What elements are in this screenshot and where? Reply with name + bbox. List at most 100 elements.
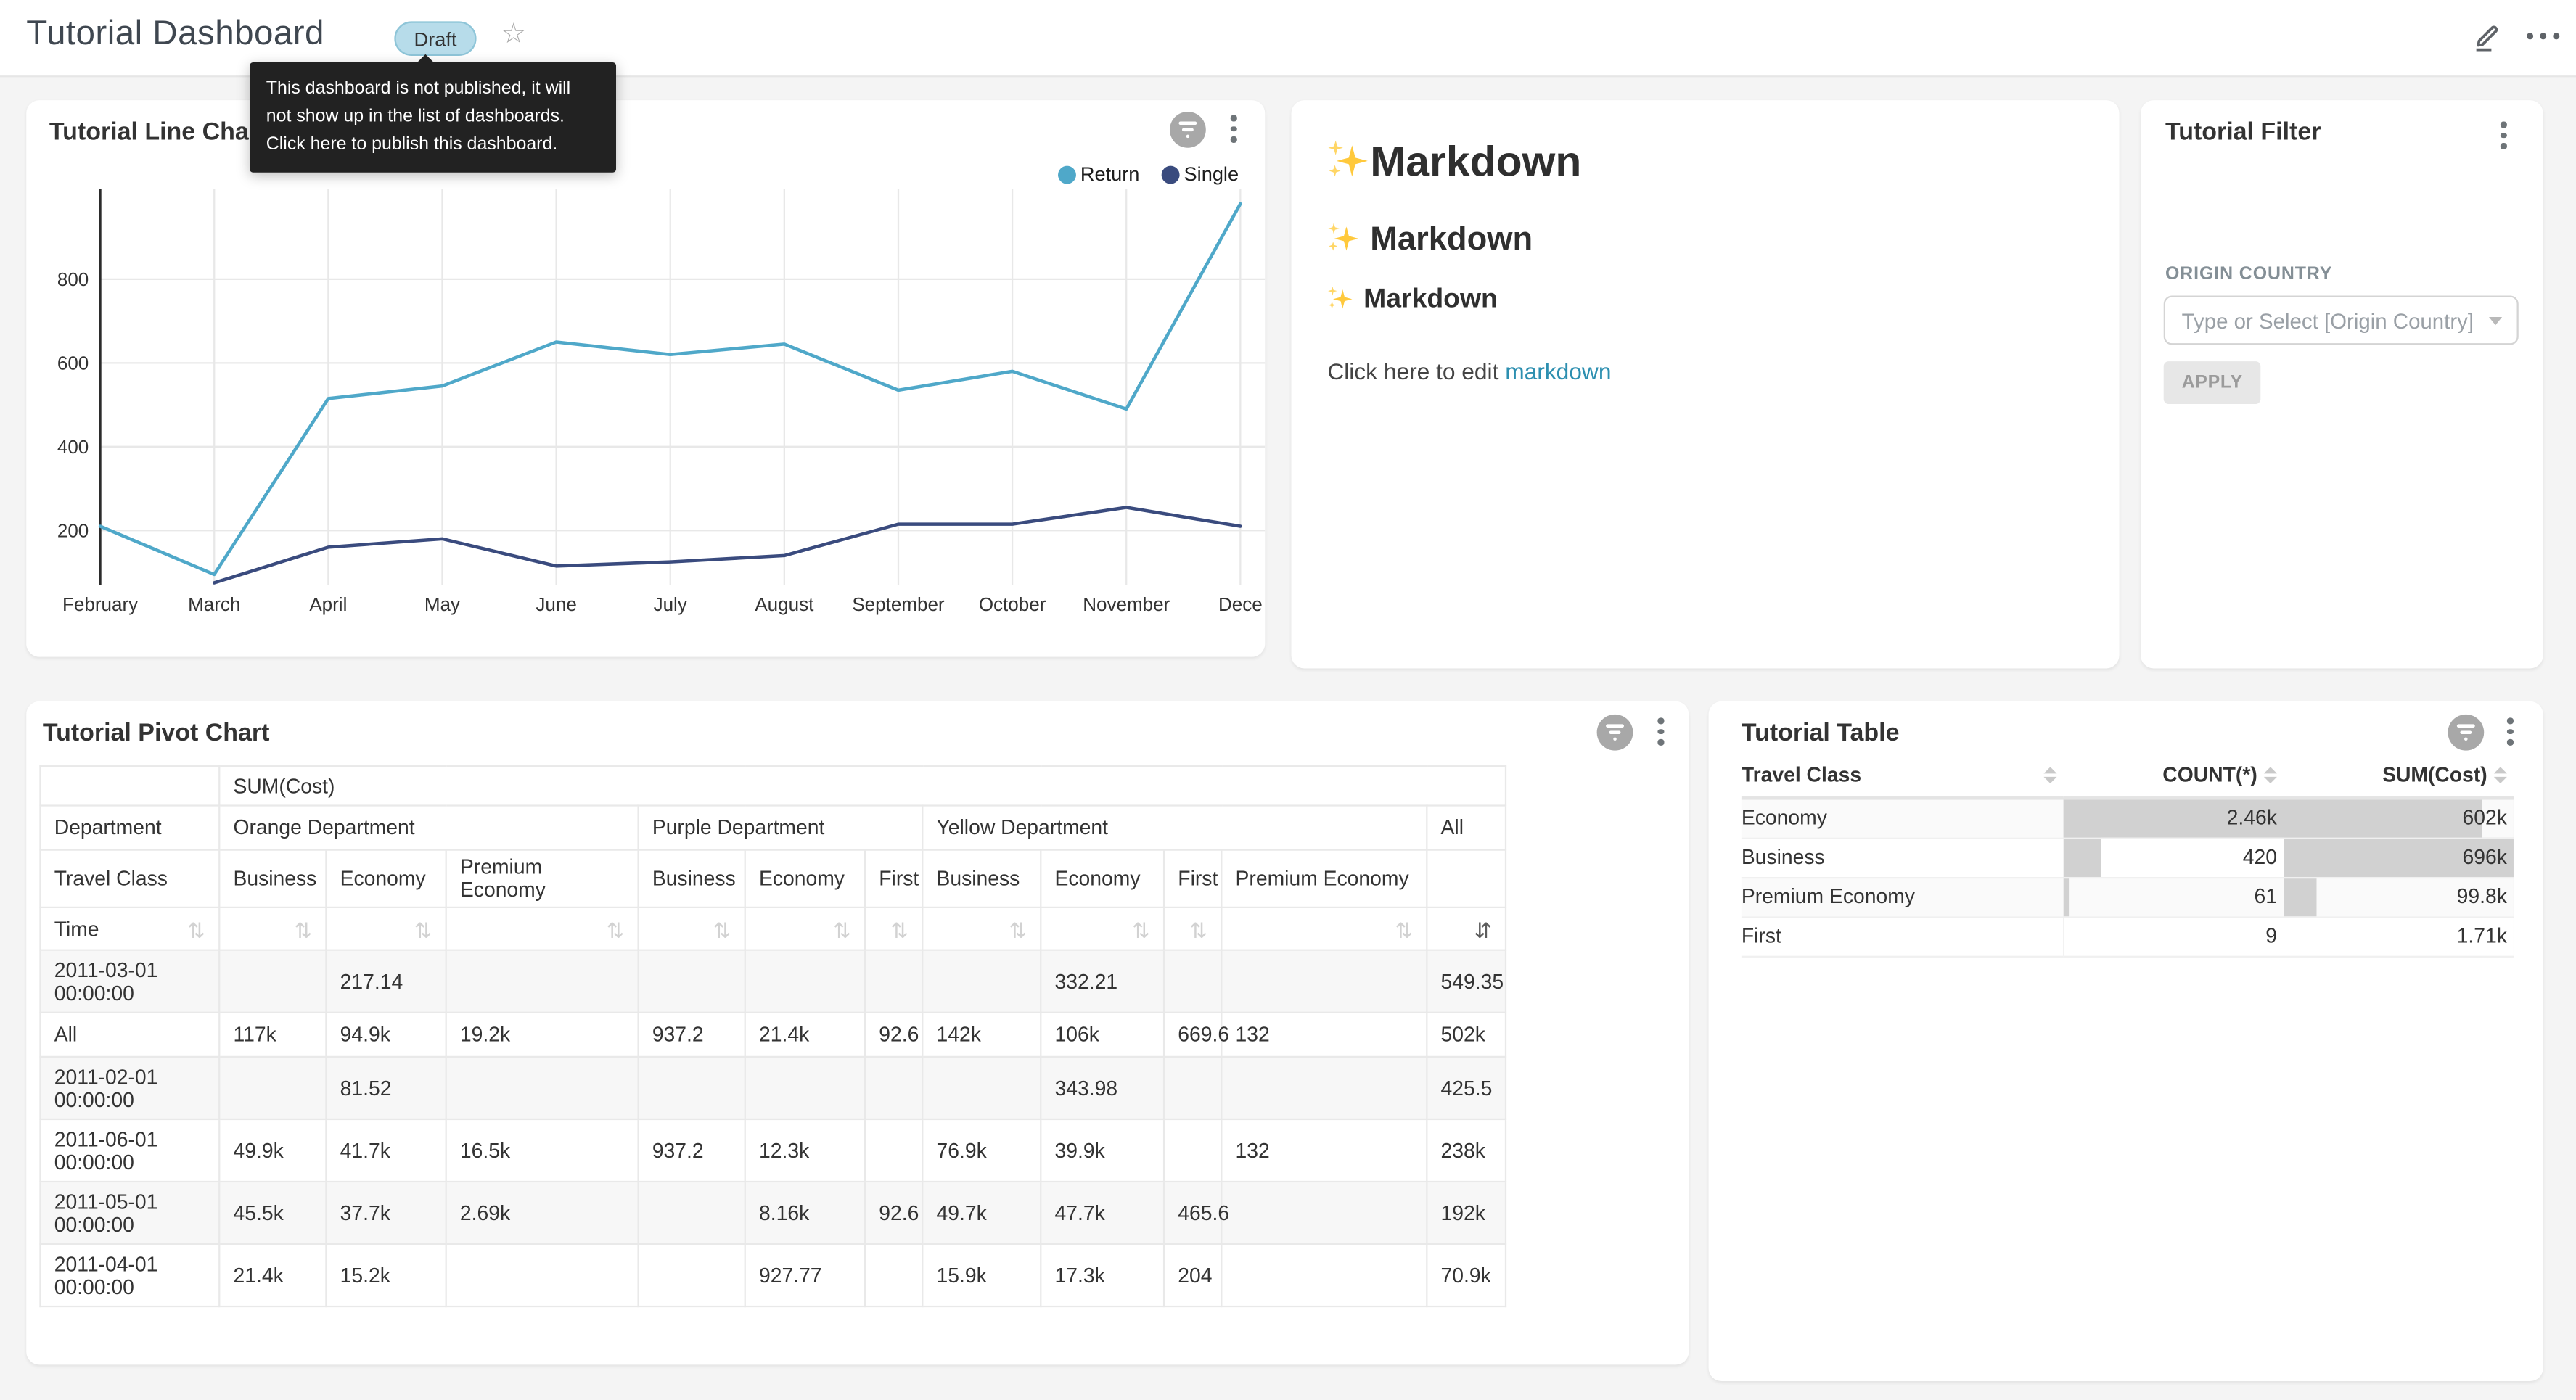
pivot-cell[interactable]: 217.14 xyxy=(326,950,446,1013)
pivot-cell[interactable] xyxy=(446,1057,639,1119)
pivot-cell[interactable]: 45.5k xyxy=(219,1182,326,1244)
chart-kebab-menu-icon[interactable] xyxy=(1224,108,1243,148)
sort-icon[interactable]: ⇅ xyxy=(1009,919,1027,940)
pivot-cell[interactable]: 927.77 xyxy=(745,1244,865,1306)
pivot-cell[interactable] xyxy=(446,1244,639,1306)
pivot-cell[interactable] xyxy=(1221,1057,1427,1119)
pivot-cell[interactable] xyxy=(865,950,922,1013)
column-header-count[interactable]: COUNT(*) xyxy=(2162,764,2257,787)
sort-icon[interactable]: ⇅ xyxy=(187,919,205,940)
pivot-cell[interactable]: 238k xyxy=(1427,1119,1506,1182)
pivot-cell[interactable]: 49.7k xyxy=(922,1182,1041,1244)
pivot-cell[interactable] xyxy=(865,1244,922,1306)
pivot-cell[interactable] xyxy=(639,1244,745,1306)
sort-icon[interactable] xyxy=(2043,767,2056,783)
sort-icon[interactable]: ⇅ xyxy=(1189,919,1207,940)
pivot-cell[interactable]: 47.7k xyxy=(1041,1182,1164,1244)
pivot-cell[interactable] xyxy=(219,1057,326,1119)
cross-filter-icon[interactable] xyxy=(1170,112,1206,148)
pivot-cell[interactable]: 37.7k xyxy=(326,1182,446,1244)
sort-icon[interactable]: ⇅ xyxy=(833,919,851,940)
pivot-cell[interactable]: 332.21 xyxy=(1041,950,1164,1013)
pivot-cell[interactable] xyxy=(922,1057,1041,1119)
pivot-cell[interactable] xyxy=(865,1119,922,1182)
pivot-cell[interactable] xyxy=(1221,1182,1427,1244)
pivot-cell[interactable] xyxy=(745,950,865,1013)
pivot-cell[interactable]: 549.35 xyxy=(1427,950,1506,1013)
table-row[interactable]: Business420696k xyxy=(1742,838,2514,877)
pivot-cell[interactable]: 16.5k xyxy=(446,1119,639,1182)
draft-badge[interactable]: Draft xyxy=(394,21,476,56)
pivot-cell[interactable]: 19.2k xyxy=(446,1013,639,1057)
pivot-cell[interactable] xyxy=(1164,1119,1221,1182)
pivot-cell[interactable]: 49.9k xyxy=(219,1119,326,1182)
pivot-cell[interactable] xyxy=(745,1057,865,1119)
pivot-cell[interactable]: 425.5 xyxy=(1427,1057,1506,1119)
pivot-cell[interactable]: 204 xyxy=(1164,1244,1221,1306)
column-header-sum-cost[interactable]: SUM(Cost) xyxy=(2382,764,2487,787)
line-chart[interactable]: FebruaryMarchAprilMayJuneJulyAugustSepte… xyxy=(26,182,1265,642)
sort-icon[interactable]: ⇅ xyxy=(1132,919,1150,940)
table-row[interactable]: First91.71k xyxy=(1742,916,2514,955)
table-row[interactable]: Economy2.46k602k xyxy=(1742,798,2514,837)
pivot-cell[interactable]: 117k xyxy=(219,1013,326,1057)
pivot-cell[interactable]: 502k xyxy=(1427,1013,1506,1057)
pivot-cell[interactable]: 92.6 xyxy=(865,1182,922,1244)
pivot-cell[interactable] xyxy=(639,1057,745,1119)
sort-icon[interactable]: ⇅ xyxy=(890,919,908,940)
table-row[interactable]: Premium Economy6199.8k xyxy=(1742,877,2514,916)
cross-filter-icon[interactable] xyxy=(2448,715,2484,751)
pivot-cell[interactable]: 669.6 xyxy=(1164,1013,1221,1057)
chart-kebab-menu-icon[interactable] xyxy=(2501,711,2519,751)
pivot-cell[interactable]: 132 xyxy=(1221,1119,1427,1182)
pivot-cell[interactable]: 12.3k xyxy=(745,1119,865,1182)
column-header-travel-class[interactable]: Travel Class xyxy=(1742,764,1861,787)
pivot-cell[interactable]: 92.6 xyxy=(865,1013,922,1057)
pivot-cell[interactable]: 94.9k xyxy=(326,1013,446,1057)
series-line-single[interactable] xyxy=(214,508,1240,583)
chart-kebab-menu-icon[interactable] xyxy=(1651,711,1670,751)
filter-kebab-menu-icon[interactable] xyxy=(2494,115,2513,155)
sort-descending-icon[interactable]: ⇵ xyxy=(1474,919,1492,940)
sort-icon[interactable]: ⇅ xyxy=(607,919,625,940)
sort-icon[interactable]: ⇅ xyxy=(713,919,731,940)
sort-icon[interactable]: ⇅ xyxy=(294,919,312,940)
pivot-cell[interactable] xyxy=(865,1057,922,1119)
pivot-cell[interactable]: 21.4k xyxy=(219,1244,326,1306)
edit-pencil-icon[interactable] xyxy=(2471,20,2503,52)
pivot-cell[interactable]: 2.69k xyxy=(446,1182,639,1244)
pivot-cell[interactable] xyxy=(1164,950,1221,1013)
pivot-cell[interactable]: 343.98 xyxy=(1041,1057,1164,1119)
pivot-cell[interactable]: 142k xyxy=(922,1013,1041,1057)
apply-button[interactable]: APPLY xyxy=(2164,361,2261,404)
pivot-cell[interactable] xyxy=(446,950,639,1013)
pivot-cell[interactable]: 937.2 xyxy=(639,1013,745,1057)
pivot-cell[interactable] xyxy=(1164,1057,1221,1119)
pivot-cell[interactable] xyxy=(639,1182,745,1244)
pivot-cell[interactable]: 21.4k xyxy=(745,1013,865,1057)
pivot-cell[interactable]: 41.7k xyxy=(326,1119,446,1182)
favorite-star-icon[interactable]: ☆ xyxy=(501,18,527,51)
pivot-cell[interactable]: 15.2k xyxy=(326,1244,446,1306)
pivot-cell[interactable] xyxy=(219,950,326,1013)
header-more-menu-icon[interactable] xyxy=(2527,33,2559,39)
sort-icon[interactable] xyxy=(2264,767,2277,783)
sort-icon[interactable]: ⇅ xyxy=(1395,919,1413,940)
pivot-cell[interactable]: 8.16k xyxy=(745,1182,865,1244)
pivot-cell[interactable]: 15.9k xyxy=(922,1244,1041,1306)
pivot-cell[interactable]: 132 xyxy=(1221,1013,1427,1057)
pivot-cell[interactable]: 17.3k xyxy=(1041,1244,1164,1306)
pivot-cell[interactable]: 192k xyxy=(1427,1182,1506,1244)
pivot-cell[interactable]: 81.52 xyxy=(326,1057,446,1119)
sort-icon[interactable] xyxy=(2494,767,2507,783)
cross-filter-icon[interactable] xyxy=(1597,715,1633,751)
pivot-cell[interactable]: 76.9k xyxy=(922,1119,1041,1182)
pivot-cell[interactable]: 937.2 xyxy=(639,1119,745,1182)
sort-icon[interactable]: ⇅ xyxy=(414,919,432,940)
pivot-cell[interactable]: 106k xyxy=(1041,1013,1164,1057)
origin-country-select[interactable]: Type or Select [Origin Country] xyxy=(2164,296,2519,345)
pivot-cell[interactable] xyxy=(922,950,1041,1013)
pivot-cell[interactable] xyxy=(1221,1244,1427,1306)
pivot-cell[interactable]: 70.9k xyxy=(1427,1244,1506,1306)
pivot-cell[interactable]: 39.9k xyxy=(1041,1119,1164,1182)
